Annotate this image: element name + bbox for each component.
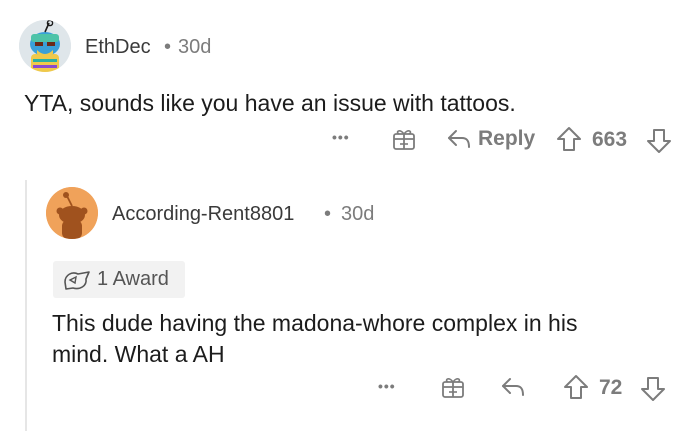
vote-score: 663 (592, 128, 628, 151)
snoo-avatar-icon (19, 20, 71, 72)
award-label: 1 Award (97, 268, 169, 290)
downvote-icon[interactable] (646, 128, 672, 154)
more-icon[interactable]: ••• (378, 378, 396, 394)
reply-icon[interactable] (500, 376, 526, 398)
comment-body: YTA, sounds like you have an issue with … (24, 90, 516, 116)
reply-label: Reply (478, 127, 536, 150)
upvote-icon[interactable] (563, 374, 589, 400)
comment-age: 30d (178, 36, 212, 58)
downvote-icon[interactable] (640, 376, 666, 402)
default-snoo-icon (46, 187, 98, 239)
reply-button[interactable]: Reply (446, 127, 535, 151)
comment-line: mind. What a AH (52, 341, 225, 367)
comment-body: This dude having the madona-whore comple… (52, 308, 577, 370)
username[interactable]: According-Rent8801 (112, 203, 294, 226)
vote-score: 72 (599, 376, 623, 399)
more-icon[interactable]: ••• (332, 129, 350, 145)
username[interactable]: EthDec (85, 36, 151, 59)
award-icon (62, 268, 92, 292)
avatar[interactable] (19, 20, 71, 72)
avatar[interactable] (46, 187, 98, 239)
award-badge[interactable]: 1 Award (53, 261, 185, 298)
separator-dot: • (164, 36, 172, 58)
thread-line[interactable] (25, 180, 27, 431)
separator-dot: • (324, 203, 332, 225)
gift-icon[interactable] (440, 374, 466, 400)
gift-icon[interactable] (391, 126, 417, 152)
comment-age: 30d (341, 203, 375, 225)
comment-line: This dude having the madona-whore comple… (52, 310, 578, 336)
upvote-icon[interactable] (556, 126, 582, 152)
reply-icon (446, 128, 472, 150)
